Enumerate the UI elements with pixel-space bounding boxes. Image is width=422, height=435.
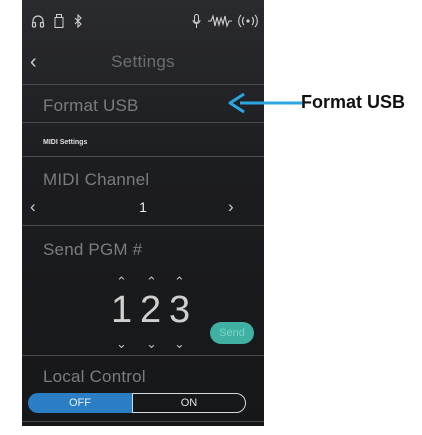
- bluetooth-icon: [74, 13, 83, 30]
- digit1-down-icon[interactable]: ⌄: [116, 337, 127, 350]
- digit3-down-icon[interactable]: ⌄: [174, 337, 185, 350]
- divider: [22, 225, 264, 226]
- send-button[interactable]: Send: [210, 322, 254, 344]
- settings-header: ‹ Settings: [22, 44, 264, 84]
- divider: [22, 122, 264, 123]
- digit3-up-icon[interactable]: ⌃: [174, 275, 185, 288]
- page-title: Settings: [111, 52, 175, 71]
- headphones-icon: [31, 14, 45, 30]
- divider: [22, 421, 264, 422]
- send-pgm-label: Send PGM #: [43, 240, 143, 259]
- channel-next-icon[interactable]: ›: [228, 197, 234, 217]
- status-bar: [22, 0, 264, 42]
- pgm-digit-3: 3: [169, 289, 191, 331]
- local-control-off-button[interactable]: OFF: [28, 393, 132, 413]
- local-control-toggle: OFF ON: [28, 393, 246, 413]
- format-usb-item[interactable]: Format USB: [43, 96, 139, 116]
- local-control-label: Local Control: [43, 367, 146, 386]
- midi-settings-heading: MIDI Settings: [43, 139, 88, 146]
- callout-arrow-icon: [228, 92, 302, 114]
- local-control-on-button[interactable]: ON: [132, 393, 246, 413]
- pgm-digit-1: 1: [111, 289, 133, 331]
- divider: [22, 84, 264, 85]
- divider: [22, 156, 264, 157]
- usb-stick-icon: [54, 14, 64, 30]
- settings-panel: ‹ Settings Format USB MIDI Settings MIDI…: [22, 0, 264, 426]
- microphone-icon: [192, 14, 201, 30]
- callout-label: Format USB: [301, 92, 406, 112]
- divider: [22, 355, 264, 356]
- pgm-digit-2: 2: [140, 289, 162, 331]
- wireless-icon: [238, 14, 258, 30]
- digit2-up-icon[interactable]: ⌃: [146, 275, 157, 288]
- midi-channel-label: MIDI Channel: [43, 170, 150, 189]
- digit2-down-icon[interactable]: ⌄: [146, 337, 157, 350]
- waveform-icon: [208, 14, 232, 30]
- digit1-up-icon[interactable]: ⌃: [116, 275, 127, 288]
